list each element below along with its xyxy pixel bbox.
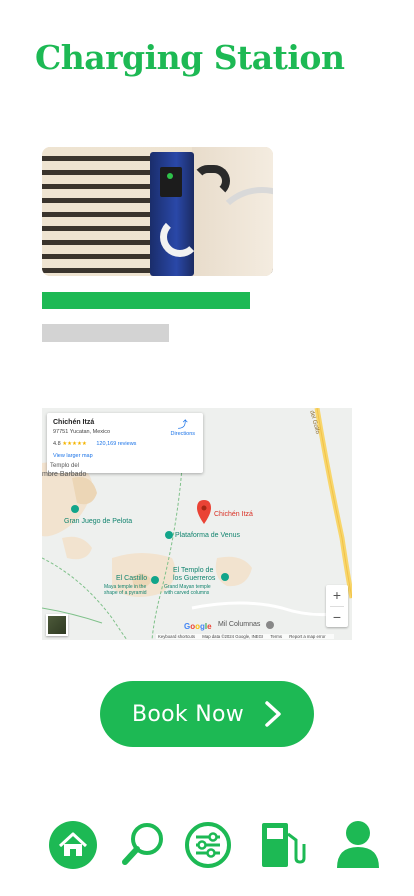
page-title: Charging Station: [35, 38, 345, 77]
zoom-in-button[interactable]: +: [326, 585, 348, 606]
terms-link[interactable]: Terms: [270, 634, 282, 639]
map-label-mil-columnas[interactable]: Mil Columnas: [218, 621, 260, 628]
nav-home[interactable]: [48, 820, 98, 870]
sliders-icon: [185, 822, 231, 868]
station-name-placeholder: [42, 292, 250, 309]
rating-value: 4.8: [53, 441, 61, 447]
satellite-toggle[interactable]: [46, 614, 68, 636]
directions-button[interactable]: ⤴ Directions: [170, 420, 195, 438]
book-now-label: Book Now: [131, 701, 245, 727]
map-label-templo-1[interactable]: El Templo de: [173, 567, 213, 574]
keyboard-shortcuts-link[interactable]: Keyboard shortcuts: [158, 634, 195, 639]
photo-screen: [160, 167, 182, 197]
station-photo: [42, 147, 273, 276]
photo-plug-white: [160, 217, 200, 257]
nav-stations[interactable]: [258, 820, 308, 870]
photo-screen-light: [167, 173, 173, 179]
map-zoom-control: + −: [326, 585, 348, 627]
map-label-templo-sub-2: with carved columns: [164, 590, 210, 596]
nav-search[interactable]: [119, 820, 169, 870]
station-detail-placeholder: [42, 324, 169, 342]
user-icon: [337, 821, 379, 868]
photo-plug: [192, 165, 230, 197]
zoom-out-button[interactable]: −: [326, 607, 348, 628]
reviews-link[interactable]: 120,169 reviews: [96, 441, 136, 447]
map-label-chichen[interactable]: Chichén Itzá: [214, 511, 253, 518]
view-larger-map-link[interactable]: View larger map: [53, 453, 197, 459]
search-icon: [122, 823, 163, 865]
book-now-button[interactable]: Book Now: [100, 681, 314, 747]
directions-label: Directions: [170, 431, 195, 437]
map-label-templo-top: Templo del: [50, 463, 80, 469]
map-label-templo-2[interactable]: los Guerreros: [173, 575, 215, 582]
map-label-castillo-sub-2: shape of a pyramid: [104, 590, 147, 596]
chevron-right-icon: [265, 701, 281, 727]
location-map[interactable]: Chichén Itzá 97751 Yucatan, Mexico 4.8 ★…: [42, 408, 352, 640]
rating-stars: ★★★★★: [62, 441, 87, 447]
directions-icon: ⤴: [177, 420, 188, 431]
map-place-rating: 4.8 ★★★★★ 120,169 reviews: [53, 441, 197, 447]
map-label-castillo[interactable]: El Castillo: [116, 575, 147, 582]
map-footer: Keyboard shortcuts Map data ©2024 Google…: [156, 634, 334, 639]
nav-filters[interactable]: [183, 820, 233, 870]
fuel-pump-icon: [262, 823, 306, 867]
report-error-link[interactable]: Report a map error: [289, 634, 325, 639]
map-data-credit: Map data ©2024 Google, INEGI: [202, 634, 264, 639]
map-label-plataforma[interactable]: Plataforma de Venus: [175, 532, 240, 539]
home-icon: [49, 821, 97, 869]
map-label-gran-juego[interactable]: Gran Juego de Pelota: [64, 518, 132, 525]
map-label-barbado: mbre Barbado: [42, 471, 87, 478]
google-logo: Google: [184, 622, 212, 631]
nav-profile[interactable]: [333, 820, 383, 870]
